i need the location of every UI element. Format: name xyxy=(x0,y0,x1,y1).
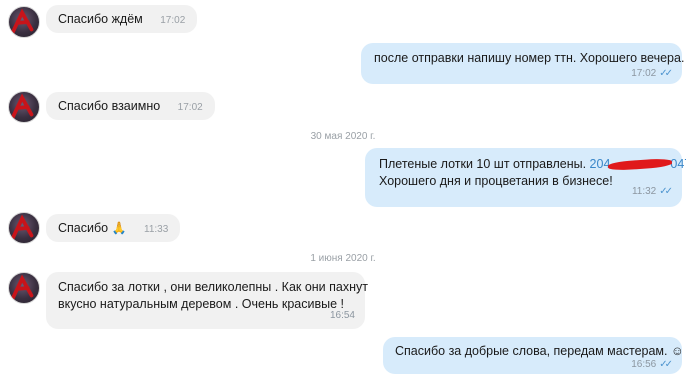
message-bubble-incoming[interactable]: Спасибо за лотки , они великолепны . Как… xyxy=(46,272,368,329)
double-check-icon: ✓✓ xyxy=(659,359,673,370)
message-time: 11:33 xyxy=(144,224,169,235)
message-line: вкусно натуральным деревом . Очень краси… xyxy=(58,297,344,311)
message-time: 17:02 xyxy=(160,15,186,26)
contact-avatar[interactable] xyxy=(8,91,40,123)
message-bubble-incoming[interactable]: Спасибо ждём 17:02 xyxy=(46,5,198,33)
praying-hands-emoji: 🙏 xyxy=(111,221,127,235)
message-text: Спасибо ждём xyxy=(58,12,143,26)
contact-avatar[interactable] xyxy=(8,272,40,304)
message-bubble-outgoing[interactable]: после отправки напишу номер ттн. Хорошег… xyxy=(361,43,685,84)
message-text: Спасибо xyxy=(58,221,109,235)
message-text: Спасибо взаимно xyxy=(58,99,161,113)
message-text: Спасибо за добрые слова, передам мастера… xyxy=(395,344,684,358)
double-check-icon: ✓✓ xyxy=(659,68,673,79)
double-check-icon: ✓✓ xyxy=(659,186,673,197)
message-bubble-incoming[interactable]: Спасибо взаимно 17:02 xyxy=(46,92,215,120)
message-bubble-incoming[interactable]: Спасибо 🙏 11:33 xyxy=(46,214,181,242)
message-bubble-outgoing[interactable]: Спасибо за добрые слова, передам мастера… xyxy=(383,337,684,374)
message-text: после отправки напишу номер ттн. Хорошег… xyxy=(374,51,685,65)
date-separator: 1 июня 2020 г. xyxy=(310,253,376,264)
message-time: 11:32 xyxy=(631,186,657,197)
message-time: 17:02 xyxy=(631,68,657,79)
message-text: Плетеные лотки 10 шт отправлены. xyxy=(379,157,590,171)
message-line: Плетеные лотки 10 шт отправлены. 204047. xyxy=(379,156,686,173)
message-time: 17:02 xyxy=(177,102,203,113)
message-time: 16:56 xyxy=(631,359,657,370)
contact-avatar[interactable] xyxy=(8,6,40,38)
message-bubble-outgoing[interactable]: Плетеные лотки 10 шт отправлены. 204047.… xyxy=(365,148,686,207)
contact-avatar[interactable] xyxy=(8,212,40,244)
redaction-mark xyxy=(608,157,673,172)
message-line: Спасибо за лотки , они великолепны . Как… xyxy=(58,280,368,294)
date-separator: 30 мая 2020 г. xyxy=(310,131,376,142)
tracking-number-link[interactable]: 204047 xyxy=(590,157,686,172)
